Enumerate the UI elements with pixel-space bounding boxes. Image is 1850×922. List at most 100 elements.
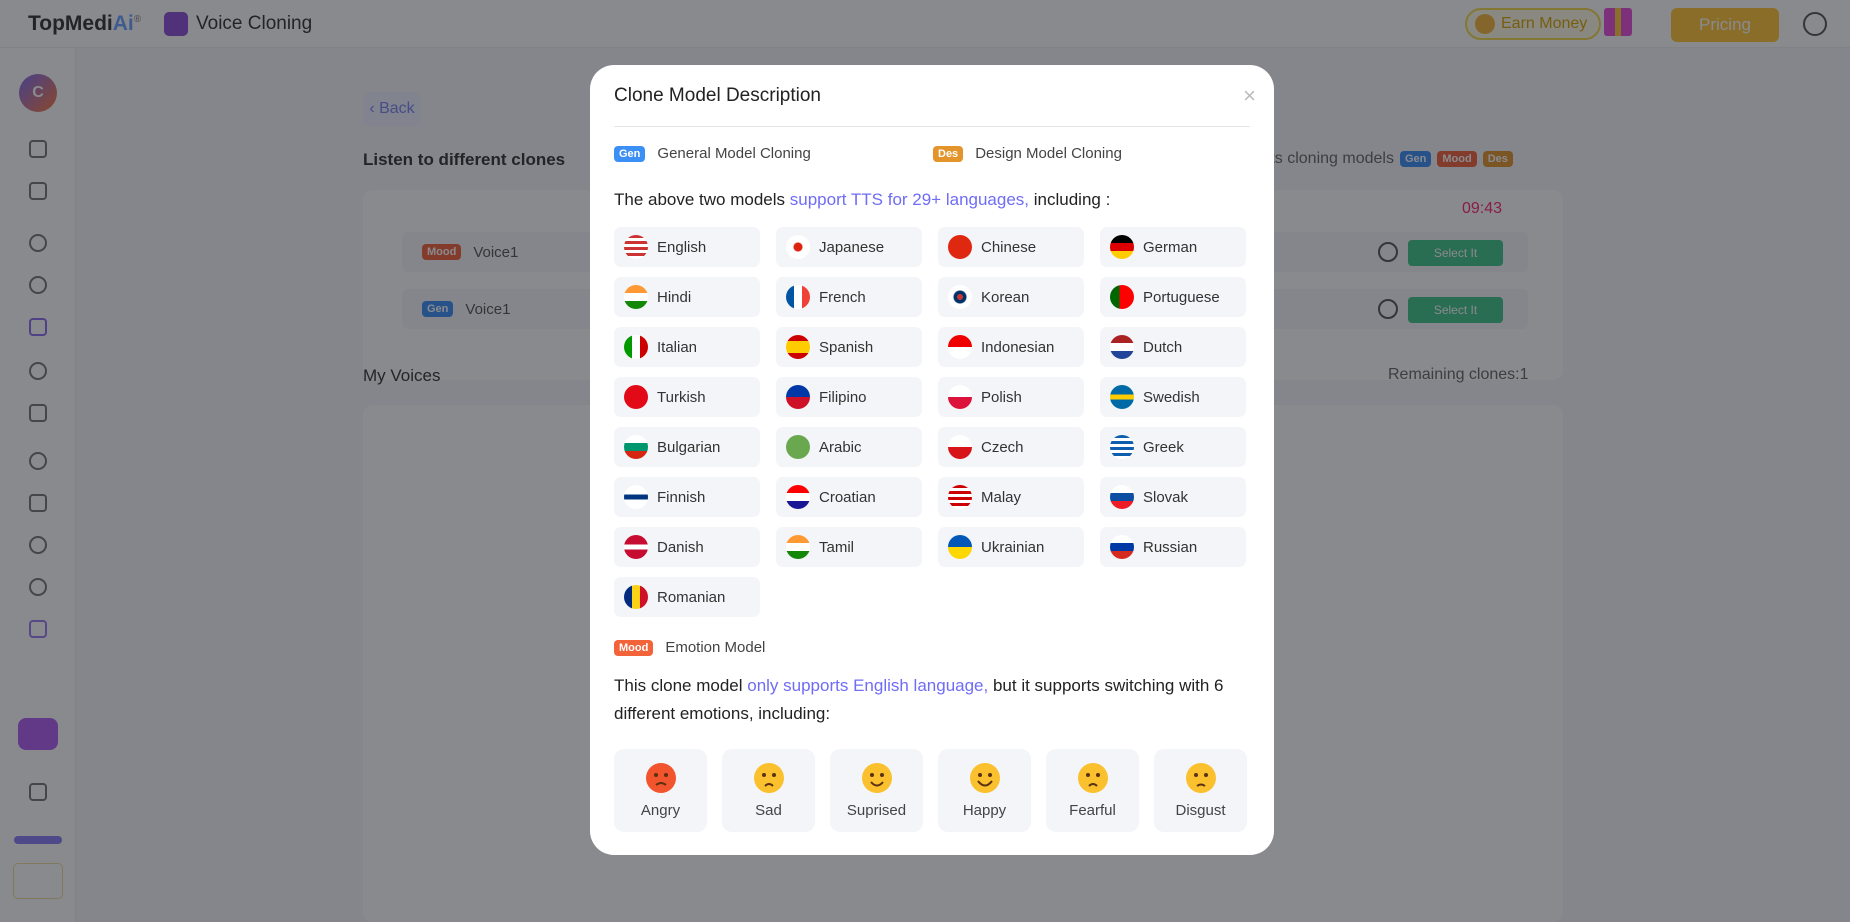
language-label: Indonesian (981, 338, 1055, 356)
language-label: Bulgarian (657, 438, 721, 456)
greek-flag-icon (1110, 435, 1134, 459)
language-label: German (1143, 238, 1198, 256)
emotion-list: Angry Sad Suprised Happy Fearful Disgust (614, 749, 1247, 832)
language-chip-chinese: Chinese (938, 227, 1084, 267)
japanese-flag-icon (786, 235, 810, 259)
language-chip-bulgarian: Bulgarian (614, 427, 760, 467)
language-chip-korean: Korean (938, 277, 1084, 317)
emotion-card-fearful: Fearful (1046, 749, 1139, 832)
emotion-label: Happy (962, 802, 1007, 819)
language-chip-russian: Russian (1100, 527, 1246, 567)
language-label: Finnish (657, 488, 706, 506)
language-chip-malay: Malay (938, 477, 1084, 517)
language-label: French (819, 288, 866, 306)
emotion-card-happy: Happy (938, 749, 1031, 832)
language-chip-turkish: Turkish (614, 377, 760, 417)
tts-highlight: support TTS for 29+ languages, (789, 190, 1030, 209)
language-chip-polish: Polish (938, 377, 1084, 417)
language-label: Arabic (819, 438, 862, 456)
language-label: Hindi (657, 288, 692, 306)
chinese-flag-icon (948, 235, 972, 259)
language-label: Tamil (819, 538, 855, 556)
gen-legend: Gen General Model Cloning (614, 145, 811, 162)
language-label: Romanian (657, 588, 726, 606)
language-chip-croatian: Croatian (776, 477, 922, 517)
language-label: Czech (981, 438, 1024, 456)
emotion-card-angry: Angry (614, 749, 707, 832)
spanish-flag-icon (786, 335, 810, 359)
angry-emoji-icon (645, 763, 676, 793)
divider (614, 126, 1250, 127)
language-chip-french: French (776, 277, 922, 317)
language-chip-finnish: Finnish (614, 477, 760, 517)
language-label: Croatian (819, 488, 876, 506)
language-label: Japanese (819, 238, 885, 256)
slovak-flag-icon (1110, 485, 1134, 509)
emotion-label: Fearful (1069, 802, 1116, 819)
language-label: Polish (981, 388, 1022, 406)
language-label: Swedish (1143, 388, 1200, 406)
language-label: Filipino (819, 388, 867, 406)
turkish-flag-icon (624, 385, 648, 409)
emotion-card-sad: Sad (722, 749, 815, 832)
language-chip-portuguese: Portuguese (1100, 277, 1246, 317)
clone-model-dialog: Clone Model Description × Gen General Mod… (590, 65, 1274, 855)
mood-tag: Mood (614, 639, 654, 656)
czech-flag-icon (948, 435, 972, 459)
romanian-flag-icon (624, 585, 648, 609)
language-label: Greek (1143, 438, 1184, 456)
language-chip-japanese: Japanese (776, 227, 922, 267)
language-chip-indonesian: Indonesian (938, 327, 1084, 367)
sad-emoji-icon (753, 763, 784, 793)
language-chip-czech: Czech (938, 427, 1084, 467)
tamil-flag-icon (786, 535, 810, 559)
language-label: Ukrainian (981, 538, 1045, 556)
des-legend: Des Design Model Cloning (933, 145, 1122, 162)
tts-post: including : (1029, 190, 1111, 209)
emotion-card-suprised: Suprised (830, 749, 923, 832)
language-chip-spanish: Spanish (776, 327, 922, 367)
language-label: Dutch (1143, 338, 1183, 356)
language-chip-romanian: Romanian (614, 577, 760, 617)
malay-flag-icon (948, 485, 972, 509)
french-flag-icon (786, 285, 810, 309)
emotion-label: Angry (640, 802, 681, 819)
language-label: Korean (981, 288, 1030, 306)
close-icon[interactable]: × (1243, 83, 1256, 109)
language-chip-german: German (1100, 227, 1246, 267)
emotion-label: Disgust (1175, 802, 1226, 819)
language-chip-italian: Italian (614, 327, 760, 367)
emotion-label: Suprised (846, 802, 907, 819)
language-grid: English Japanese Chinese German Hindi French K… (614, 227, 1246, 617)
mood-legend: Mood Emotion Model (614, 639, 765, 656)
language-chip-filipino: Filipino (776, 377, 922, 417)
language-chip-dutch: Dutch (1100, 327, 1246, 367)
des-tag: Des (933, 145, 964, 162)
language-chip-greek: Greek (1100, 427, 1246, 467)
language-chip-danish: Danish (614, 527, 760, 567)
emotion-description: This clone model only supports English l… (614, 672, 1254, 728)
language-chip-ukrainian: Ukrainian (938, 527, 1084, 567)
korean-flag-icon (948, 285, 972, 309)
emo-highlight: only supports English language, (747, 676, 989, 695)
language-label: Malay (981, 488, 1022, 506)
arabic-flag-icon (786, 435, 810, 459)
bulgarian-flag-icon (624, 435, 648, 459)
croatian-flag-icon (786, 485, 810, 509)
happy-emoji-icon (969, 763, 1000, 793)
emotion-card-disgust: Disgust (1154, 749, 1247, 832)
language-label: Russian (1143, 538, 1198, 556)
gen-label: General Model Cloning (657, 145, 811, 162)
emotion-label: Sad (755, 802, 782, 819)
ukrainian-flag-icon (948, 535, 972, 559)
language-chip-hindi: Hindi (614, 277, 760, 317)
language-chip-swedish: Swedish (1100, 377, 1246, 417)
suprised-emoji-icon (861, 763, 892, 793)
dialog-title: Clone Model Description (614, 85, 821, 106)
portuguese-flag-icon (1110, 285, 1134, 309)
language-chip-arabic: Arabic (776, 427, 922, 467)
des-label: Design Model Cloning (975, 145, 1122, 162)
language-label: Chinese (981, 238, 1037, 256)
language-label: Turkish (657, 388, 706, 406)
swedish-flag-icon (1110, 385, 1134, 409)
